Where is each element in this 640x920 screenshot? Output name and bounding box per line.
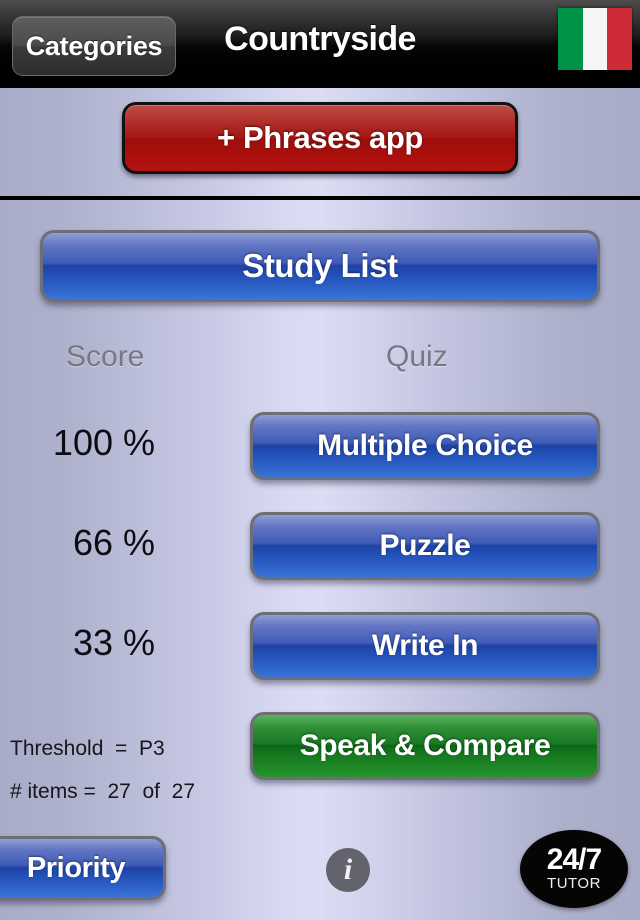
- score-value: 33 %: [72, 622, 155, 663]
- quiz-button-write-in[interactable]: Write In: [250, 612, 600, 680]
- threshold-label: Threshold = P3: [10, 737, 165, 760]
- priority-button[interactable]: Priority: [0, 836, 166, 900]
- quiz-column-header: Quiz: [386, 340, 448, 373]
- study-list-button[interactable]: Study List: [40, 230, 600, 302]
- tutor-badge-title: 24/7: [546, 843, 602, 876]
- promo-section: + Phrases app: [0, 88, 640, 200]
- tutor-badge[interactable]: 24/7 TUTOR: [520, 830, 628, 908]
- app-screen: Categories Countryside + Phrases app Stu…: [0, 0, 640, 920]
- quiz-button-multiple-choice[interactable]: Multiple Choice: [250, 412, 600, 480]
- score-value: 100 %: [52, 422, 155, 463]
- flag-stripe-green: [558, 8, 583, 70]
- score-value: 66 %: [72, 522, 155, 563]
- quiz-button-puzzle[interactable]: Puzzle: [250, 512, 600, 580]
- flag-stripe-white: [582, 8, 608, 70]
- italy-flag-icon: [558, 8, 633, 70]
- info-icon-glyph: i: [343, 853, 353, 886]
- tutor-badge-subtitle: TUTOR: [547, 875, 601, 892]
- item-count-label: # items = 27 of 27: [10, 780, 196, 803]
- main-content: Study List Score Quiz 100 % 66 % 33 % Mu…: [0, 200, 640, 916]
- navigation-bar: Categories Countryside: [0, 0, 640, 88]
- phrases-app-button[interactable]: + Phrases app: [122, 102, 518, 174]
- page-title: Countryside: [224, 20, 416, 58]
- score-column-header: Score: [66, 340, 145, 373]
- info-icon[interactable]: i: [326, 848, 370, 892]
- flag-stripe-red: [607, 8, 633, 70]
- quiz-button-speak-and-compare[interactable]: Speak & Compare: [250, 712, 600, 780]
